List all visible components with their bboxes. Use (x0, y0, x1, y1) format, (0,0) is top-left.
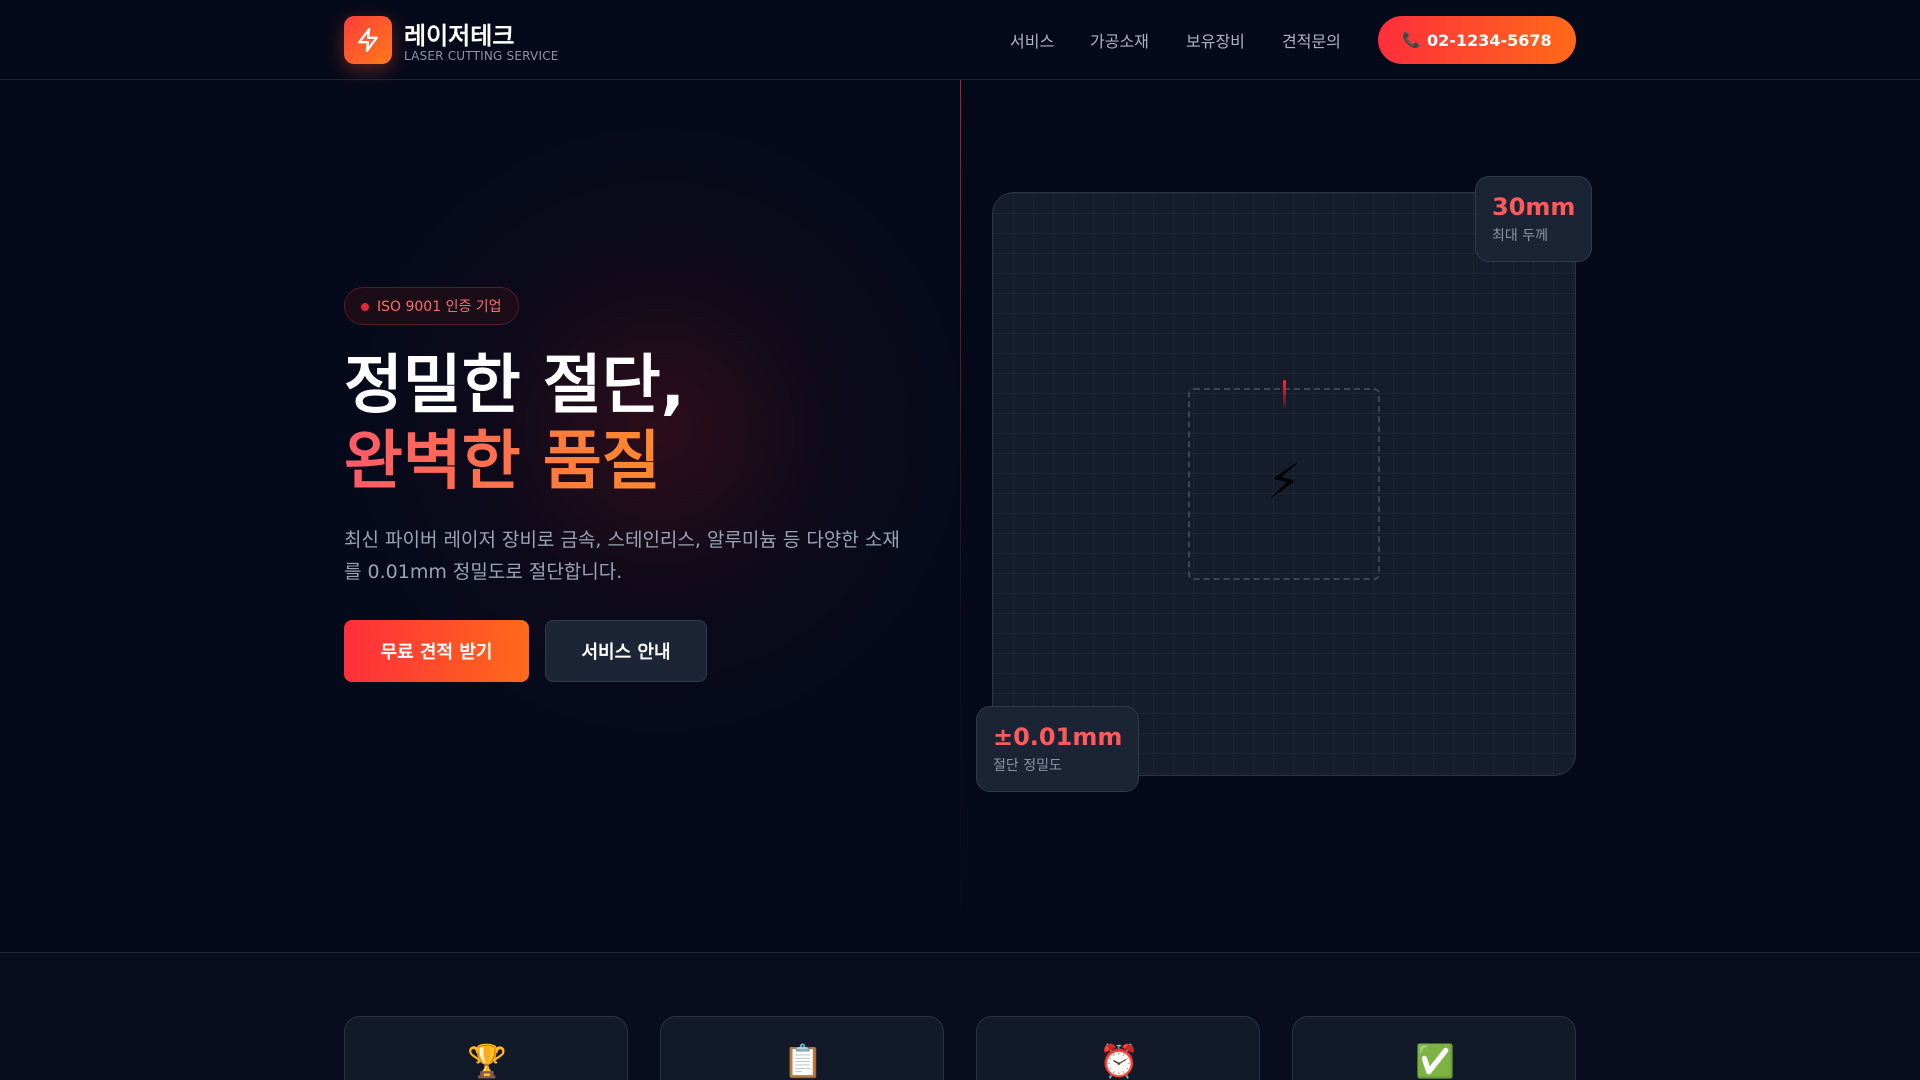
nav-link-materials[interactable]: 가공소재 (1090, 28, 1149, 52)
logo-name[interactable]: 레이저테크 (404, 16, 514, 51)
laser-beam-icon (1283, 380, 1286, 408)
free-quote-button[interactable]: 무료 견적 받기 (344, 620, 529, 682)
logo-subtitle: LASER CUTTING SERVICE (404, 49, 559, 63)
trophy-icon: 🏆 (467, 1042, 507, 1080)
feature-card: 🏆 (344, 1016, 628, 1080)
stat-value: 30mm (1492, 193, 1576, 221)
stat-label: 절단 정밀도 (993, 758, 1062, 774)
nav-link-services[interactable]: 서비스 (1010, 28, 1054, 52)
badge-dot-icon (361, 303, 369, 311)
feature-card: ⏰ (976, 1016, 1260, 1080)
feature-card: ✅ (1292, 1016, 1576, 1080)
phone-number: 02-1234-5678 (1427, 30, 1552, 50)
clipboard-icon: 📋 (783, 1042, 823, 1080)
nav-link-equipment[interactable]: 보유장비 (1186, 28, 1245, 52)
certification-badge: ISO 9001 인증 기업 (344, 287, 519, 325)
hero-divider (960, 80, 961, 950)
stat-label: 최대 두께 (1492, 228, 1548, 244)
hero-title-line1: 정밀한 절단, (344, 349, 685, 423)
check-mark-icon: ✅ (1415, 1042, 1455, 1080)
stat-card-max-thickness: 30mm 최대 두께 (1475, 176, 1592, 262)
nav-link-quote[interactable]: 견적문의 (1282, 28, 1341, 52)
alarm-clock-icon: ⏰ (1099, 1042, 1139, 1080)
lightning-bolt-icon: ⚡ (1267, 454, 1301, 510)
service-guide-button[interactable]: 서비스 안내 (545, 620, 707, 682)
stat-card-precision: ±0.01mm 절단 정밀도 (976, 706, 1139, 792)
stat-value: ±0.01mm (993, 723, 1123, 751)
hero-description: 최신 파이버 레이저 장비로 금속, 스테인리스, 알루미늄 등 다양한 소재를… (344, 529, 900, 583)
features-section (0, 953, 1920, 1080)
logo-lightning-icon[interactable] (344, 16, 392, 64)
feature-card: 📋 (660, 1016, 944, 1080)
phone-call-button[interactable]: 📞 02-1234-5678 (1378, 16, 1576, 64)
badge-label: ISO 9001 인증 기업 (377, 299, 502, 315)
site-header: 레이저테크 LASER CUTTING SERVICE 서비스 가공소재 보유장… (0, 0, 1920, 80)
phone-icon: 📞 (1402, 31, 1422, 49)
hero-title-line2: 완벽한 품질 (344, 425, 661, 499)
